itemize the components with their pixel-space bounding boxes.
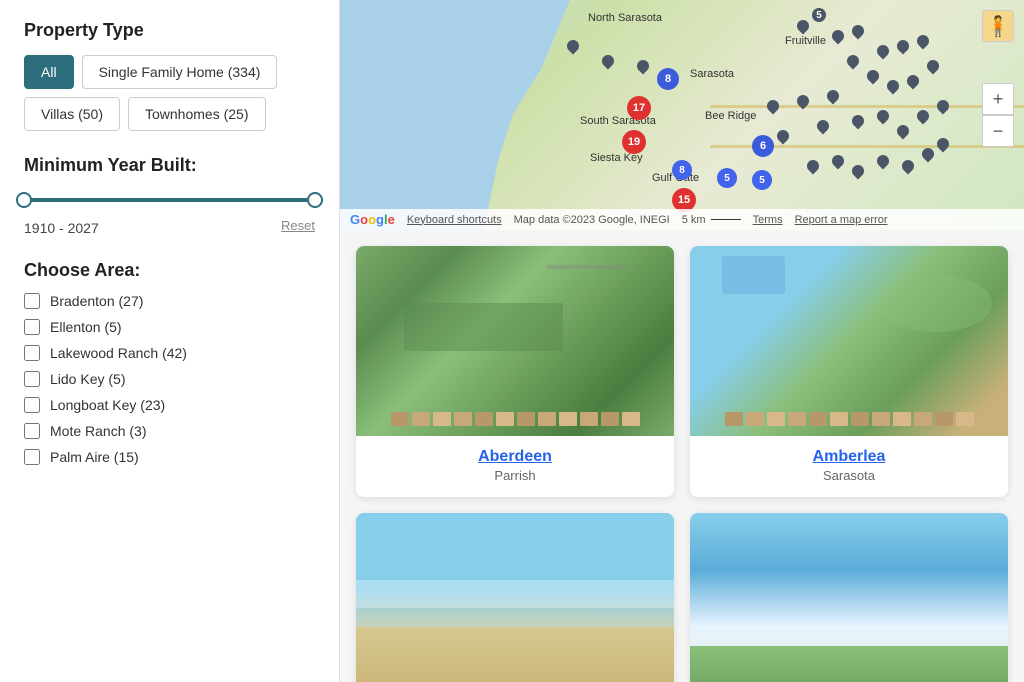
area-mote-ranch: Mote Ranch (3) (24, 423, 315, 439)
main-content: North Sarasota Sarasota South Sarasota B… (340, 0, 1024, 682)
google-logo: Google (350, 212, 395, 227)
card-image-3 (356, 513, 674, 682)
card-info-amberlea: Amberlea Sarasota (690, 436, 1008, 497)
map-label-fruitville: Fruitville (785, 35, 826, 47)
label-lakewood-ranch: Lakewood Ranch (42) (50, 345, 187, 361)
checkbox-mote-ranch[interactable] (24, 423, 40, 439)
area-bradenton: Bradenton (27) (24, 293, 315, 309)
filter-sfh[interactable]: Single Family Home (334) (82, 55, 278, 89)
card-location-amberlea: Sarasota (704, 468, 994, 483)
label-palm-aire: Palm Aire (15) (50, 449, 139, 465)
card-4: Card4 Location4 (690, 513, 1008, 682)
card-amberlea: Amberlea Sarasota (690, 246, 1008, 497)
reset-button[interactable]: Reset (281, 218, 315, 233)
card-info-aberdeen: Aberdeen Parrish (356, 436, 674, 497)
property-type-title: Property Type (24, 20, 315, 41)
map-data-label: Map data ©2023 Google, INEGI (514, 214, 670, 226)
label-bradenton: Bradenton (27) (50, 293, 143, 309)
year-range-row: 1910 - 2027 Reset (24, 214, 315, 236)
slider-track (24, 198, 315, 202)
checkbox-lakewood-ranch[interactable] (24, 345, 40, 361)
slider-thumb-left[interactable] (16, 192, 32, 208)
label-lido-key: Lido Key (5) (50, 371, 125, 387)
card-image-amberlea (690, 246, 1008, 436)
map-label-north-sarasota: North Sarasota (588, 12, 662, 24)
aerial-houses-2 (690, 412, 1008, 426)
card-aberdeen: Aberdeen Parrish (356, 246, 674, 497)
filter-villas[interactable]: Villas (50) (24, 97, 120, 131)
label-mote-ranch: Mote Ranch (3) (50, 423, 146, 439)
area-ellenton: Ellenton (5) (24, 319, 315, 335)
card-image-4 (690, 513, 1008, 682)
year-built-section: Minimum Year Built: 1910 - 2027 Reset (24, 155, 315, 236)
terms-link[interactable]: Terms (753, 214, 783, 226)
slider-thumb-right[interactable] (307, 192, 323, 208)
filter-townhomes[interactable]: Townhomes (25) (128, 97, 266, 131)
property-type-filters: All Single Family Home (334) Villas (50)… (24, 55, 315, 131)
map-container[interactable]: North Sarasota Sarasota South Sarasota B… (340, 0, 1024, 230)
card-image-aberdeen (356, 246, 674, 436)
map-background: North Sarasota Sarasota South Sarasota B… (340, 0, 1024, 230)
label-ellenton: Ellenton (5) (50, 319, 122, 335)
year-slider[interactable] (24, 190, 315, 210)
checkbox-palm-aire[interactable] (24, 449, 40, 465)
year-range-label: 1910 - 2027 (24, 220, 99, 236)
card-name-amberlea[interactable]: Amberlea (704, 448, 994, 466)
filter-all[interactable]: All (24, 55, 74, 89)
card-3: Card3 Location3 (356, 513, 674, 682)
cards-grid: Aberdeen Parrish Amberlea Sarasota (340, 230, 1024, 682)
choose-area-title: Choose Area: (24, 260, 315, 281)
map-zoom-controls: + − (982, 83, 1014, 147)
area-longboat-key: Longboat Key (23) (24, 397, 315, 413)
keyboard-shortcuts-link[interactable]: Keyboard shortcuts (407, 214, 502, 226)
map-label-sarasota: Sarasota (690, 68, 734, 80)
checkbox-lido-key[interactable] (24, 371, 40, 387)
report-link[interactable]: Report a map error (795, 214, 888, 226)
map-scale: 5 km (682, 214, 741, 226)
area-section: Choose Area: Bradenton (27) Ellenton (5)… (24, 260, 315, 465)
road-h1 (710, 105, 1024, 108)
pegman-button[interactable]: 🧍 (982, 10, 1014, 42)
area-palm-aire: Palm Aire (15) (24, 449, 315, 465)
zoom-in-button[interactable]: + (982, 83, 1014, 115)
map-footer: Google Keyboard shortcuts Map data ©2023… (340, 209, 1024, 230)
aerial-houses-1 (356, 412, 674, 426)
area-lakewood-ranch: Lakewood Ranch (42) (24, 345, 315, 361)
area-lido-key: Lido Key (5) (24, 371, 315, 387)
map-label-bee-ridge: Bee Ridge (705, 110, 756, 122)
year-built-title: Minimum Year Built: (24, 155, 315, 176)
zoom-out-button[interactable]: − (982, 115, 1014, 147)
checkbox-longboat-key[interactable] (24, 397, 40, 413)
checkbox-bradenton[interactable] (24, 293, 40, 309)
card-name-aberdeen[interactable]: Aberdeen (370, 448, 660, 466)
checkbox-ellenton[interactable] (24, 319, 40, 335)
label-longboat-key: Longboat Key (23) (50, 397, 165, 413)
card-location-aberdeen: Parrish (370, 468, 660, 483)
sidebar: Property Type All Single Family Home (33… (0, 0, 340, 682)
